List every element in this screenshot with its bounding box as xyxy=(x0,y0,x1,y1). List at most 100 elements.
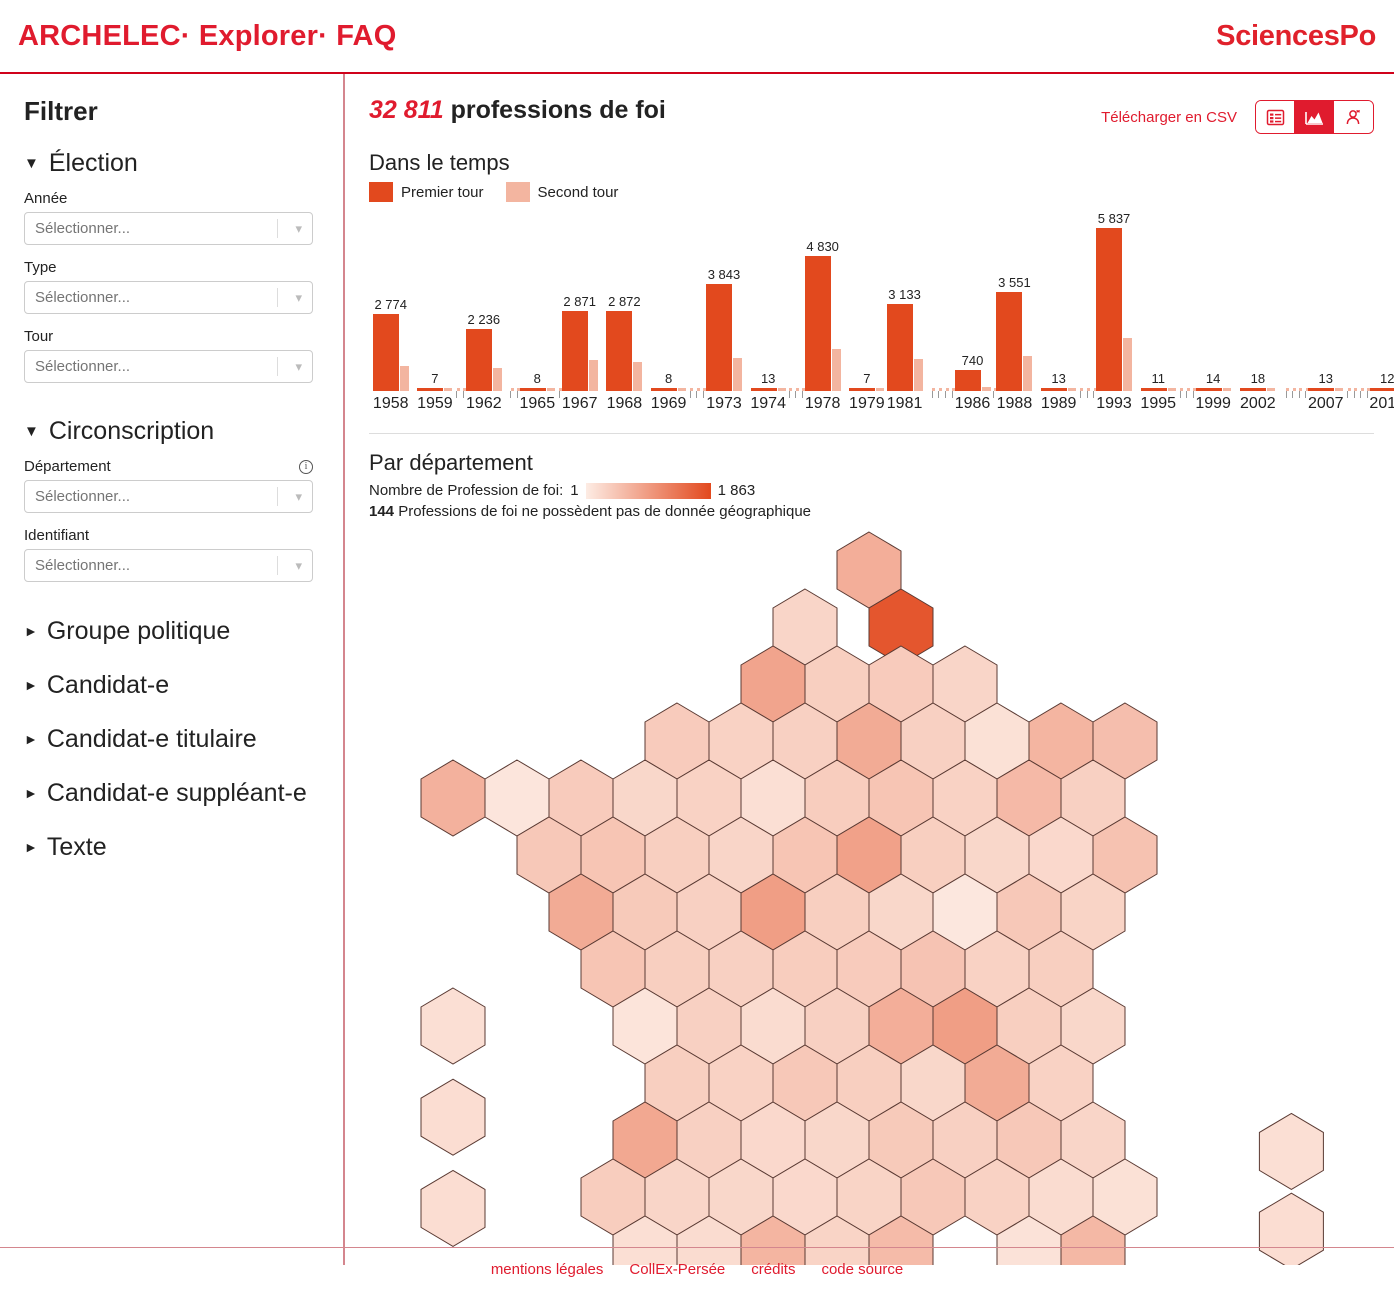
bar-group-1978[interactable]: 4 830 xyxy=(804,206,841,391)
bar-premier-tour[interactable] xyxy=(1096,228,1123,391)
bar-group-1974[interactable]: 13 xyxy=(750,206,786,391)
filter-group-header-circonscription[interactable]: ▼ Circonscription xyxy=(24,417,313,446)
brand-sep-2: · xyxy=(318,19,328,52)
filter-group-texte[interactable]: ► Texte xyxy=(24,832,313,862)
result-count-label: professions de foi xyxy=(450,96,666,124)
hex-department[interactable] xyxy=(420,987,486,1065)
department-hex-map xyxy=(369,526,1393,1265)
bar-group-1968[interactable]: 2 872 xyxy=(606,206,643,391)
bar-group-1988[interactable]: 3 551 xyxy=(996,206,1033,391)
bar-second-tour[interactable] xyxy=(732,358,742,391)
bar-second-tour[interactable] xyxy=(399,365,409,391)
chevron-down-icon[interactable]: ▾ xyxy=(295,558,302,574)
bar-premier-tour[interactable] xyxy=(996,291,1023,391)
bar-group-1993[interactable]: 5 837 xyxy=(1096,206,1133,391)
select-tour[interactable]: Sélectionner... ▾ xyxy=(24,350,313,383)
download-csv-link[interactable]: Télécharger en CSV xyxy=(1101,109,1237,126)
select-value: Sélectionner... xyxy=(35,488,131,505)
field-label-row: Type xyxy=(24,259,313,276)
x-tick-mark xyxy=(1285,391,1287,398)
hex-department[interactable] xyxy=(420,1169,486,1247)
bar-premier-tour[interactable] xyxy=(705,283,732,391)
hexmap-svg[interactable] xyxy=(369,526,1393,1265)
hex-department[interactable] xyxy=(1258,1112,1324,1190)
bar-group-2002[interactable]: 18 xyxy=(1240,206,1276,391)
bar-group-1995[interactable]: 11 xyxy=(1140,206,1176,391)
footer-link-mentionslgales[interactable]: mentions légales xyxy=(491,1261,604,1278)
chevron-down-icon[interactable]: ▾ xyxy=(295,290,302,306)
bar-second-tour[interactable] xyxy=(1123,337,1133,391)
x-tick-mark xyxy=(1086,391,1088,398)
caret-right-icon: ► xyxy=(24,785,38,801)
bar-group-1973[interactable]: 3 843 xyxy=(705,206,742,391)
field-label-row: Identifiant xyxy=(24,527,313,544)
bar-second-tour[interactable] xyxy=(633,361,643,391)
select-dpartement[interactable]: Sélectionner... ▾ xyxy=(24,480,313,513)
bar-group-1958[interactable]: 2 774 xyxy=(372,206,409,391)
bar-group-1979[interactable]: 7 xyxy=(849,206,885,391)
bar-premier-tour[interactable] xyxy=(561,310,588,391)
filter-group-header-lection[interactable]: ▼ Élection xyxy=(24,149,313,178)
bar-second-tour[interactable] xyxy=(831,349,841,391)
x-tick-mark xyxy=(510,391,512,398)
x-tick-mark xyxy=(1093,391,1095,398)
nav-faq[interactable]: FAQ xyxy=(336,20,396,52)
footer-link-collexperse[interactable]: CollEx-Persée xyxy=(629,1261,725,1278)
bar-premier-tour[interactable] xyxy=(465,328,492,391)
select-type[interactable]: Sélectionner... ▾ xyxy=(24,281,313,314)
bar-premier-tour[interactable] xyxy=(886,303,913,391)
hex-department[interactable] xyxy=(420,759,486,837)
chevron-down-icon[interactable]: ▾ xyxy=(295,359,302,375)
filter-field: Identifiant Sélectionner... ▾ xyxy=(24,527,313,582)
filter-field: Tour Sélectionner... ▾ xyxy=(24,328,313,383)
filter-group-candidatesupplante[interactable]: ► Candidat-e suppléant-e xyxy=(24,778,313,808)
x-tick-mark xyxy=(1298,391,1300,398)
nav-explorer[interactable]: Explorer xyxy=(199,20,318,52)
bar-second-tour[interactable] xyxy=(492,368,502,391)
bar-group-1962[interactable]: 2 236 xyxy=(465,206,502,391)
filter-group-candidatetitulaire[interactable]: ► Candidat-e titulaire xyxy=(24,724,313,754)
filter-field: Année Sélectionner... ▾ xyxy=(24,190,313,245)
x-tick-label-1995: 1995 xyxy=(1140,395,1177,412)
bar-second-tour[interactable] xyxy=(588,360,598,391)
x-tick-label-1978: 1978 xyxy=(804,395,841,412)
bar-premier-tour[interactable] xyxy=(372,313,399,391)
chevron-down-icon[interactable]: ▾ xyxy=(295,221,302,237)
info-icon[interactable]: i xyxy=(299,459,313,474)
bar-group-1986[interactable]: 740 xyxy=(954,206,991,391)
footer-link-codesource[interactable]: code source xyxy=(821,1261,903,1278)
footer-link-crdits[interactable]: crédits xyxy=(751,1261,795,1278)
bar-group-1989[interactable]: 13 xyxy=(1041,206,1077,391)
select-value: Sélectionner... xyxy=(35,220,131,237)
person-icon[interactable] xyxy=(1334,101,1373,133)
time-bar-chart: 2 774 7 2 236 8 2 871 2 872 8 3 843 13 4 830 7 3 13… xyxy=(369,206,1394,421)
caret-right-icon: ► xyxy=(24,731,38,747)
bar-group-1969[interactable]: 8 xyxy=(651,206,687,391)
bar-value-label: 3 551 xyxy=(998,274,1031,290)
filter-group-candidate[interactable]: ► Candidat-e xyxy=(24,670,313,700)
hex-department[interactable] xyxy=(420,1078,486,1156)
bar-second-tour[interactable] xyxy=(1023,356,1033,391)
bar-second-tour[interactable] xyxy=(913,358,923,391)
bar-premier-tour[interactable] xyxy=(606,310,633,391)
map-legend-max: 1 863 xyxy=(717,482,756,499)
bar-group-2012[interactable]: 12 xyxy=(1369,206,1394,391)
table-list-icon[interactable] xyxy=(1256,101,1295,133)
nav-archelec[interactable]: ARCHELEC xyxy=(18,20,181,52)
bar-premier-tour[interactable] xyxy=(954,370,981,391)
bar-group-1959[interactable]: 7 xyxy=(417,206,453,391)
filter-group-groupepolitique[interactable]: ► Groupe politique xyxy=(24,616,313,646)
select-identifiant[interactable]: Sélectionner... ▾ xyxy=(24,549,313,582)
bar-group-2007[interactable]: 13 xyxy=(1308,206,1344,391)
x-tick-mark xyxy=(696,391,698,398)
bar-group-1967[interactable]: 2 871 xyxy=(561,206,598,391)
bar-premier-tour[interactable] xyxy=(804,256,831,391)
bar-group-1999[interactable]: 14 xyxy=(1195,206,1231,391)
page-body: Filtrer ▼ Élection Année Sélectionner... ▾ Ty… xyxy=(0,74,1394,1265)
x-tick-mark xyxy=(795,391,797,398)
select-anne[interactable]: Sélectionner... ▾ xyxy=(24,212,313,245)
area-chart-icon[interactable] xyxy=(1295,101,1334,133)
bar-group-1965[interactable]: 8 xyxy=(519,206,555,391)
chevron-down-icon[interactable]: ▾ xyxy=(295,489,302,505)
bar-group-1981[interactable]: 3 133 xyxy=(886,206,923,391)
